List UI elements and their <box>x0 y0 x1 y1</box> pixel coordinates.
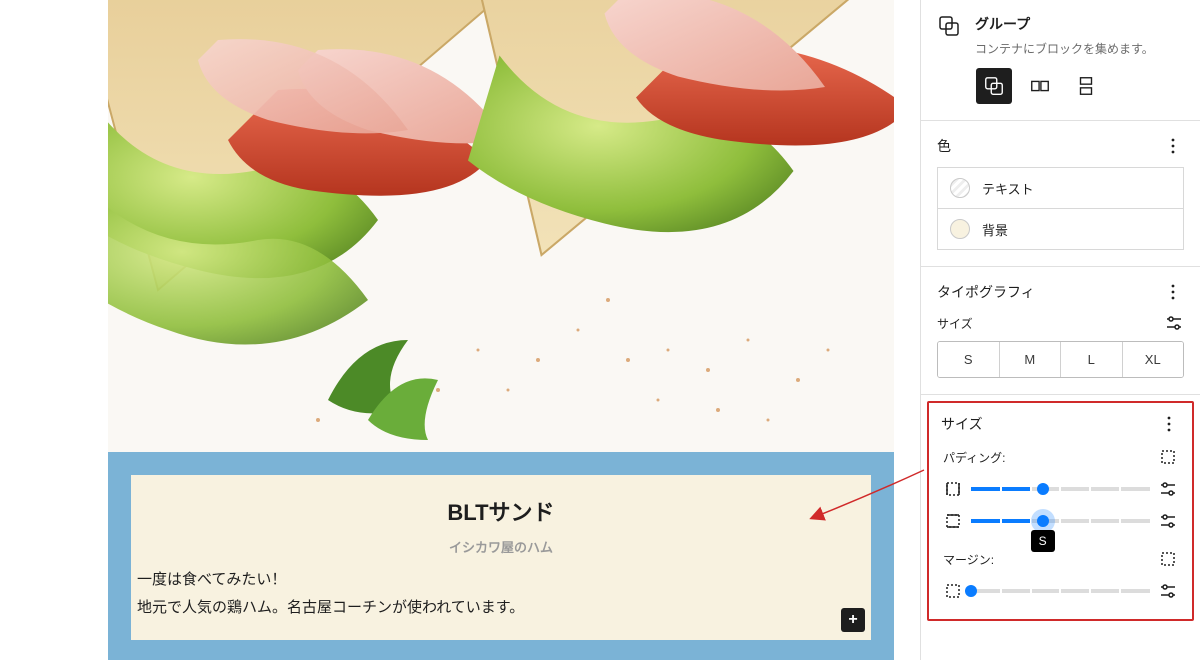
padding-vertical-icon[interactable] <box>943 511 963 531</box>
featured-image <box>108 0 894 452</box>
text-color-swatch <box>950 178 970 198</box>
padding-horizontal-icon[interactable] <box>943 479 963 499</box>
variation-group[interactable] <box>976 68 1012 104</box>
font-size-xl[interactable]: XL <box>1123 342 1184 377</box>
margin-custom-toggle[interactable] <box>1158 581 1178 601</box>
margin-all-icon[interactable] <box>943 581 963 601</box>
background-color-swatch <box>950 219 970 239</box>
font-size-m[interactable]: M <box>1000 342 1062 377</box>
padding-v-custom-toggle[interactable] <box>1158 511 1178 531</box>
margin-sides-toggle[interactable] <box>1158 549 1178 569</box>
font-size-s[interactable]: S <box>938 342 1000 377</box>
block-variation-picker <box>921 68 1200 120</box>
color-options-menu[interactable] <box>1162 135 1184 157</box>
color-text-label: テキスト <box>982 179 1034 198</box>
card-subtitle: イシカワ屋のハム <box>131 537 871 556</box>
settings-sidebar: グループ コンテナにブロックを集めます。 色 <box>920 0 1200 660</box>
group-icon <box>937 14 961 38</box>
color-text-row[interactable]: テキスト <box>937 167 1184 209</box>
font-size-l[interactable]: L <box>1061 342 1123 377</box>
margin-label: マージン: <box>943 551 994 568</box>
custom-size-toggle[interactable] <box>1164 313 1184 333</box>
typography-section-heading: タイポグラフィ <box>937 282 1035 302</box>
dimensions-heading: サイズ <box>941 414 983 434</box>
dimensions-options-menu[interactable] <box>1158 413 1180 435</box>
padding-h-custom-toggle[interactable] <box>1158 479 1178 499</box>
block-title: グループ <box>975 14 1184 34</box>
add-block-button[interactable]: + <box>841 608 865 632</box>
padding-label: パディング: <box>943 449 1006 466</box>
font-size-label: サイズ <box>937 315 973 332</box>
dimensions-section: サイズ パディング: <box>927 401 1194 621</box>
block-description: コンテナにブロックを集めます。 <box>975 40 1184 58</box>
padding-value-bubble: S <box>1031 530 1055 552</box>
variation-stack[interactable] <box>1068 68 1104 104</box>
typography-options-menu[interactable] <box>1162 281 1184 303</box>
card-title: BLTサンド <box>131 495 871 527</box>
color-background-row[interactable]: 背景 <box>937 209 1184 250</box>
card-body: 一度は食べてみたい！ 地元で人気の鶏ハム。名古屋コーチンが使われています。 <box>131 556 871 622</box>
color-background-label: 背景 <box>982 220 1008 239</box>
inner-card: BLTサンド イシカワ屋のハム 一度は食べてみたい！ 地元で人気の鶏ハム。名古屋… <box>131 475 871 640</box>
group-block[interactable]: BLTサンド イシカワ屋のハム 一度は食べてみたい！ 地元で人気の鶏ハム。名古屋… <box>108 452 894 660</box>
font-size-segmented: S M L XL <box>937 341 1184 378</box>
padding-vertical-slider[interactable]: S <box>971 512 1150 530</box>
margin-slider[interactable] <box>971 582 1150 600</box>
padding-sides-toggle[interactable] <box>1158 447 1178 467</box>
color-section-heading: 色 <box>937 136 951 156</box>
variation-row[interactable] <box>1022 68 1058 104</box>
editor-canvas: BLTサンド イシカワ屋のハム 一度は食べてみたい！ 地元で人気の鶏ハム。名古屋… <box>0 0 920 660</box>
padding-horizontal-slider[interactable] <box>971 480 1150 498</box>
plus-icon: + <box>848 611 857 629</box>
